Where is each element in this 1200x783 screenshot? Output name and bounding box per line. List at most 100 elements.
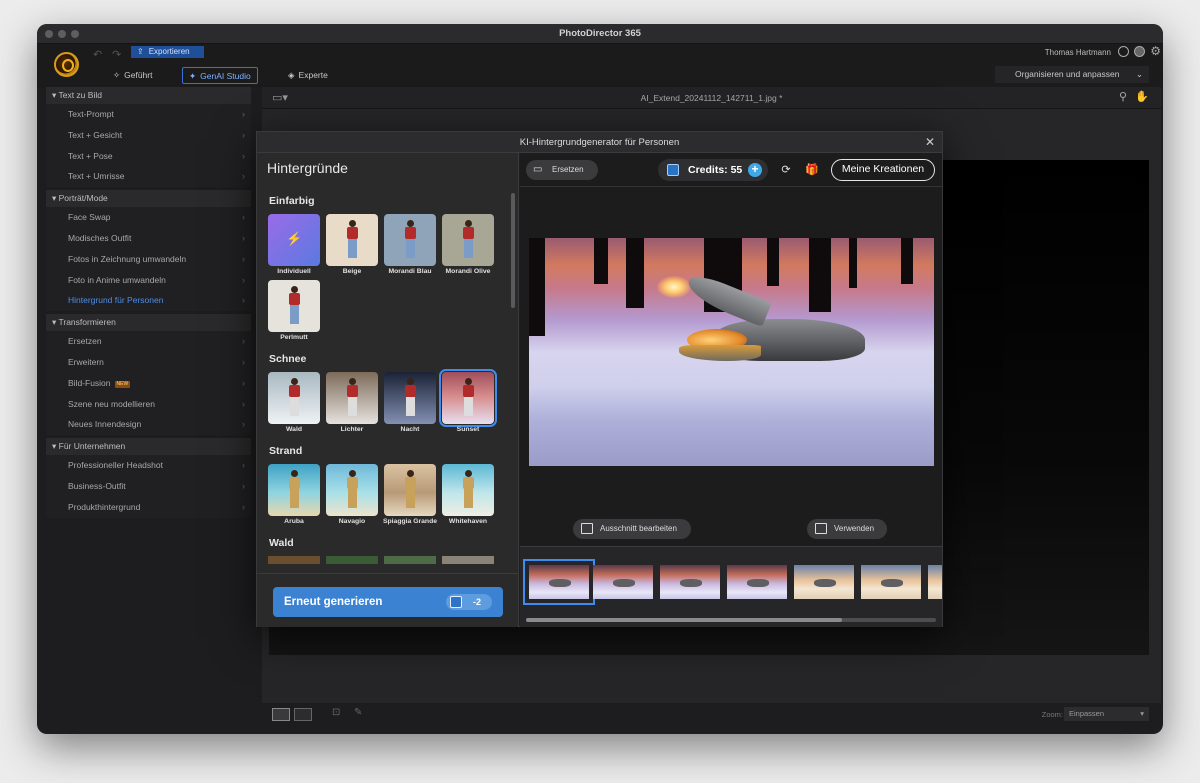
result-thumb[interactable] bbox=[794, 565, 854, 599]
bg-label: Beige bbox=[342, 268, 362, 275]
chevron-right-icon: › bbox=[242, 295, 245, 306]
section-header[interactable]: ▾ Transformieren bbox=[46, 314, 251, 332]
sidebar-item-product-background[interactable]: Produkthintergrund › bbox=[46, 497, 251, 518]
edit-image-icon bbox=[581, 523, 593, 534]
result-thumb[interactable] bbox=[928, 565, 942, 599]
sidebar-item-photo-to-sketch[interactable]: Fotos in Zeichnung umwandeln › bbox=[46, 249, 251, 270]
sidebar-item-photo-to-anime[interactable]: Foto in Anime umwandeln › bbox=[46, 270, 251, 291]
result-thumb[interactable] bbox=[593, 565, 653, 599]
sidebar-item-text-face[interactable]: Text + Gesicht › bbox=[46, 125, 251, 146]
sidebar-item-text-prompt[interactable]: Text-Prompt › bbox=[46, 104, 251, 125]
replace-button[interactable]: ▭ Ersetzen bbox=[526, 160, 598, 180]
sidebar-item-interior-design[interactable]: Neues Innendesign › bbox=[46, 414, 251, 435]
pen-icon[interactable]: ✎ bbox=[354, 707, 362, 718]
panel-scrollbar[interactable] bbox=[511, 193, 515, 308]
chevron-right-icon: › bbox=[242, 377, 245, 388]
bg-thumb-morandi-blue[interactable] bbox=[384, 214, 436, 266]
bg-thumb-forest-partial[interactable] bbox=[268, 556, 320, 564]
search-icon[interactable]: ⚲ bbox=[1119, 90, 1127, 103]
sidebar-item-text-outline[interactable]: Text + Umrisse › bbox=[46, 166, 251, 187]
bg-thumb-morandi-olive[interactable] bbox=[442, 214, 494, 266]
result-thumbnail-strip bbox=[520, 546, 942, 627]
credit-icon bbox=[667, 164, 679, 176]
chevron-right-icon: › bbox=[242, 480, 245, 491]
bg-thumb-beige[interactable] bbox=[326, 214, 378, 266]
new-badge: NEW bbox=[114, 380, 131, 388]
chevron-right-icon: › bbox=[242, 419, 245, 430]
use-button[interactable]: Verwenden bbox=[807, 519, 887, 539]
chevron-right-icon: › bbox=[242, 253, 245, 264]
tab-guided[interactable]: ✧ Geführt bbox=[107, 67, 158, 84]
compare-view-icon[interactable] bbox=[294, 708, 312, 721]
chevron-right-icon: › bbox=[242, 150, 245, 161]
regenerate-button[interactable]: Erneut generieren -2 bbox=[273, 587, 503, 617]
my-creations-button[interactable]: Meine Kreationen bbox=[831, 159, 935, 181]
chevron-right-icon: › bbox=[242, 171, 245, 182]
bg-thumb-forest-partial[interactable] bbox=[442, 556, 494, 564]
result-preview-image[interactable] bbox=[529, 238, 934, 466]
bg-thumb-custom[interactable]: ⚡ bbox=[268, 214, 320, 266]
bg-thumb-lights[interactable] bbox=[326, 372, 378, 424]
tab-genai-studio[interactable]: ✦ GenAI Studio bbox=[182, 67, 258, 84]
single-view-icon[interactable] bbox=[272, 708, 290, 721]
bg-thumb-pearl[interactable] bbox=[268, 280, 320, 332]
magic-wand-icon: ⚡ bbox=[286, 231, 303, 246]
sidebar-item-fashion-outfit[interactable]: Modisches Outfit › bbox=[46, 228, 251, 249]
sidebar-item-remodel-scene[interactable]: Szene neu modellieren › bbox=[46, 394, 251, 415]
bg-thumb-spiaggia-grande[interactable] bbox=[384, 464, 436, 516]
undo-icon[interactable]: ↶ bbox=[93, 48, 102, 61]
chevron-right-icon: › bbox=[242, 129, 245, 140]
panel-title: Hintergründe bbox=[267, 160, 348, 176]
bg-label: Navagio bbox=[338, 518, 366, 525]
crop-icon[interactable]: ⊡ bbox=[332, 707, 340, 718]
export-button[interactable]: ⇪ Exportieren bbox=[131, 46, 204, 58]
result-thumb[interactable] bbox=[727, 565, 787, 599]
redo-icon[interactable]: ↷ bbox=[112, 48, 121, 61]
sidebar-item-person-background[interactable]: Hintergrund für Personen › bbox=[46, 290, 251, 311]
add-credits-button[interactable]: + bbox=[748, 163, 762, 177]
person-figure bbox=[288, 378, 301, 416]
bg-thumb-navagio[interactable] bbox=[326, 464, 378, 516]
sidebar-item-image-fusion[interactable]: Bild-Fusion NEW › bbox=[46, 373, 251, 394]
category-forest: Wald bbox=[269, 537, 294, 549]
result-thumb[interactable] bbox=[523, 559, 595, 605]
result-thumb[interactable] bbox=[861, 565, 921, 599]
close-icon[interactable]: ✕ bbox=[924, 136, 936, 148]
organize-dropdown[interactable]: Organisieren und anpassen ⌄ bbox=[995, 66, 1149, 83]
hand-icon[interactable]: ✋ bbox=[1135, 90, 1149, 103]
section-header[interactable]: ▾ Text zu Bild bbox=[46, 87, 251, 104]
bg-thumb-forest-partial[interactable] bbox=[326, 556, 378, 564]
zoom-label: Zoom: bbox=[1041, 710, 1063, 719]
thumbnail-scrollbar[interactable] bbox=[526, 618, 936, 622]
section-header[interactable]: ▾ Porträt/Mode bbox=[46, 190, 251, 208]
background-generator-dialog: KI-Hintergrundgenerator für Personen ✕ H… bbox=[256, 131, 943, 627]
app-logo bbox=[54, 52, 79, 77]
sidebar-item-headshot[interactable]: Professioneller Headshot › bbox=[46, 455, 251, 476]
bg-thumb-aruba[interactable] bbox=[268, 464, 320, 516]
person-figure bbox=[288, 286, 301, 324]
editor-header: ▭▾ AI_Extend_20241112_142711_1.jpg * ⚲ ✋ bbox=[262, 87, 1161, 109]
settings-gear-icon[interactable]: ⚙ bbox=[1150, 44, 1161, 58]
sidebar-item-business-outfit[interactable]: Business-Outfit › bbox=[46, 476, 251, 497]
sidebar-item-face-swap[interactable]: Face Swap › bbox=[46, 207, 251, 228]
result-thumb[interactable] bbox=[660, 565, 720, 599]
bg-thumb-whitehaven[interactable] bbox=[442, 464, 494, 516]
sidebar-item-extend[interactable]: Erweitern › bbox=[46, 352, 251, 373]
bg-thumb-sunset[interactable] bbox=[439, 369, 497, 427]
bg-thumb-night[interactable] bbox=[384, 372, 436, 424]
gift-icon[interactable]: 🎁 bbox=[805, 163, 819, 177]
divider bbox=[520, 186, 942, 187]
account-icon[interactable] bbox=[1118, 46, 1129, 57]
edit-crop-button[interactable]: Ausschnitt bearbeiten bbox=[573, 519, 691, 539]
bg-thumb-forest-partial[interactable] bbox=[384, 556, 436, 564]
refresh-icon[interactable]: ⟳ bbox=[779, 163, 793, 177]
bg-thumb-forest[interactable] bbox=[268, 372, 320, 424]
sidebar-item-replace[interactable]: Ersetzen › bbox=[46, 331, 251, 352]
section-header[interactable]: ▾ Für Unternehmen bbox=[46, 438, 251, 456]
person-figure bbox=[404, 220, 417, 258]
tree bbox=[767, 238, 779, 286]
sidebar-item-text-pose[interactable]: Text + Pose › bbox=[46, 146, 251, 167]
credits-icon[interactable] bbox=[1134, 46, 1145, 57]
tab-expert[interactable]: ◈ Experte bbox=[282, 67, 334, 84]
zoom-select[interactable]: Einpassen ▾ bbox=[1064, 707, 1149, 721]
